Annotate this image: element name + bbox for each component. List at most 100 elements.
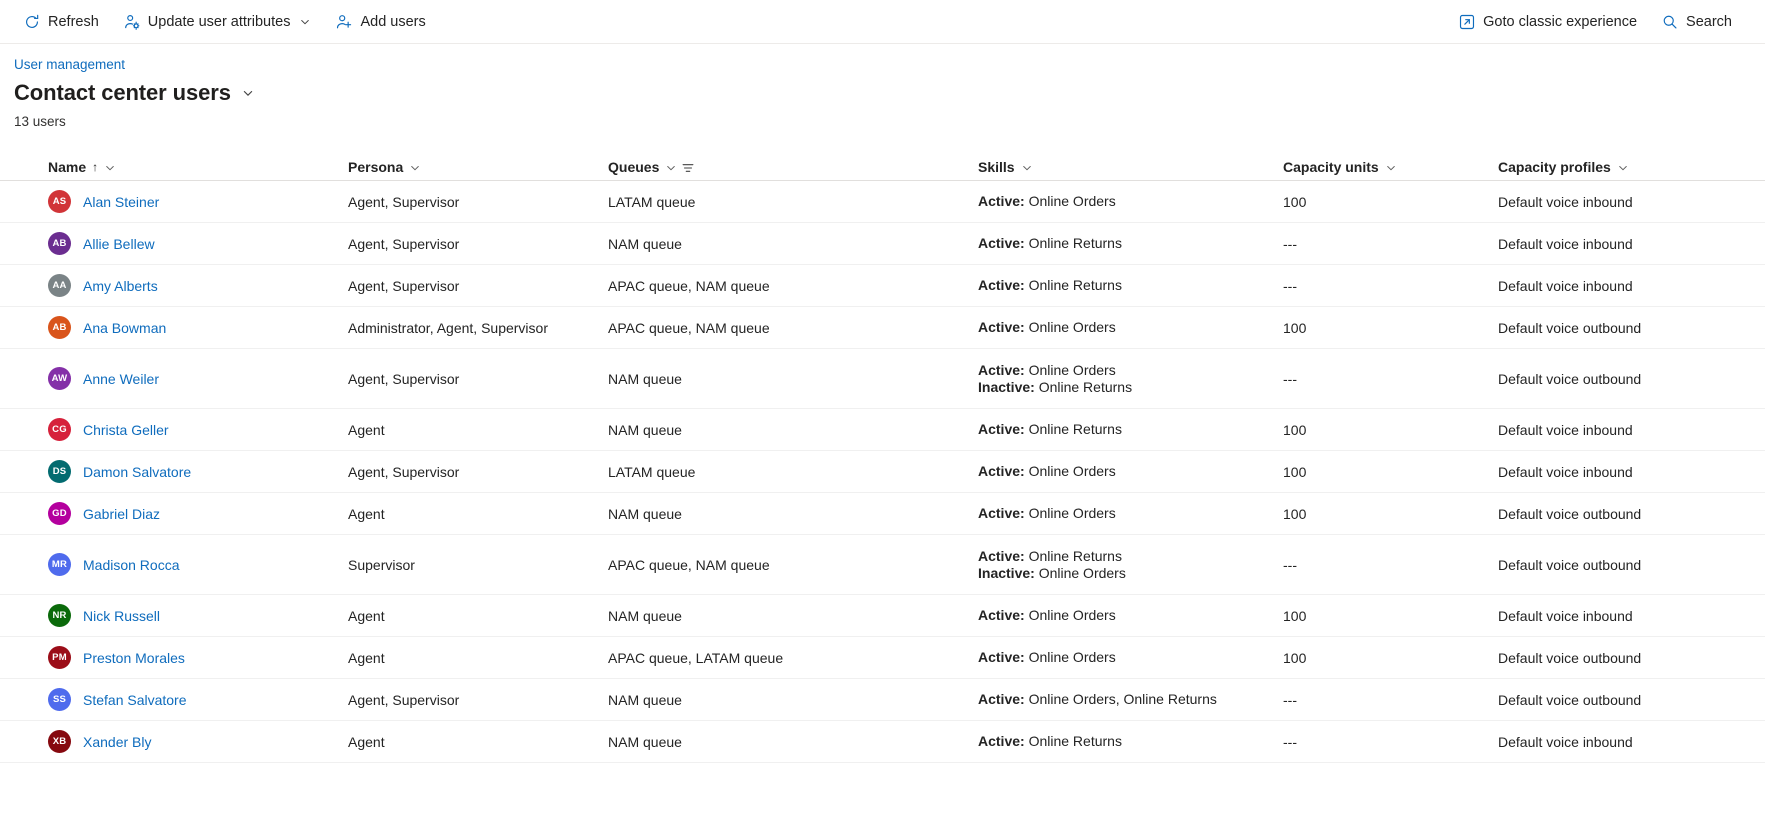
cell-queues: LATAM queue bbox=[608, 463, 696, 480]
user-name-link[interactable]: Preston Morales bbox=[83, 650, 185, 666]
user-name-link[interactable]: Amy Alberts bbox=[83, 278, 158, 294]
cell-persona: Agent, Supervisor bbox=[348, 370, 460, 387]
user-name-link[interactable]: Madison Rocca bbox=[83, 557, 180, 573]
users-table: Name ↑ Persona Queues Skills Capacity uni… bbox=[0, 148, 1765, 763]
table-row[interactable]: GD Gabriel Diaz Agent NAM queue Active: Onli… bbox=[0, 493, 1765, 535]
chevron-down-icon[interactable] bbox=[1617, 161, 1629, 173]
table-row[interactable]: XB Xander Bly Agent NAM queue Active: Online… bbox=[0, 721, 1765, 763]
cell-capacity-units: 100 bbox=[1283, 193, 1307, 210]
column-header-button[interactable]: Capacity units bbox=[1283, 159, 1482, 175]
cell-skills: Active: Online Orders bbox=[970, 649, 1275, 666]
command-button-label: Update user attributes bbox=[147, 13, 291, 30]
table-row[interactable]: CG Christa Geller Agent NAM queue Active: On… bbox=[0, 409, 1765, 451]
user-name-link[interactable]: Xander Bly bbox=[83, 734, 151, 750]
column-header-button[interactable]: Capacity profiles bbox=[1498, 159, 1757, 175]
column-header-button[interactable]: Queues bbox=[608, 159, 677, 175]
chevron-down-icon[interactable] bbox=[104, 161, 116, 173]
avatar: SS bbox=[48, 688, 71, 711]
cell-skills: Active: Online Orders bbox=[970, 607, 1275, 624]
cell-capacity-profiles: Default voice outbound bbox=[1498, 370, 1642, 387]
cell-capacity-profiles: Default voice outbound bbox=[1498, 691, 1642, 708]
cell-name: XB Xander Bly bbox=[0, 730, 340, 753]
user-name-link[interactable]: Stefan Salvatore bbox=[83, 692, 187, 708]
user-name-link[interactable]: Damon Salvatore bbox=[83, 464, 191, 480]
command-button-label: Goto classic experience bbox=[1483, 13, 1638, 30]
filter-icon[interactable] bbox=[681, 161, 695, 175]
skill-entry: Active: Online Orders bbox=[978, 319, 1267, 336]
command-goto-classic-experience-button[interactable]: Goto classic experience bbox=[1449, 6, 1646, 38]
table-header-row: Name ↑ Persona Queues Skills Capacity uni… bbox=[0, 148, 1765, 181]
chevron-down-icon[interactable] bbox=[1021, 161, 1033, 173]
avatar: AA bbox=[48, 274, 71, 297]
command-refresh-button[interactable]: Refresh bbox=[14, 6, 108, 38]
skill-entry: Active: Online Orders bbox=[978, 193, 1267, 210]
page-title-row: Contact center users bbox=[14, 79, 1765, 107]
chevron-down-icon[interactable] bbox=[665, 161, 677, 173]
column-header-skills: Skills bbox=[970, 159, 1275, 175]
cell-name: AS Alan Steiner bbox=[0, 190, 340, 213]
command-bar: Refresh Update user attributes Add users… bbox=[0, 0, 1765, 44]
skill-state-label: Inactive: bbox=[978, 564, 1035, 581]
avatar: MR bbox=[48, 553, 71, 576]
table-row[interactable]: AW Anne Weiler Agent, Supervisor NAM queue A… bbox=[0, 349, 1765, 409]
column-header-button[interactable]: Skills bbox=[978, 159, 1267, 175]
skill-entry: Active: Online Returns bbox=[978, 421, 1267, 438]
table-row[interactable]: SS Stefan Salvatore Agent, Supervisor NAM q… bbox=[0, 679, 1765, 721]
table-row[interactable]: AS Alan Steiner Agent, Supervisor LATAM que… bbox=[0, 181, 1765, 223]
cell-queues: APAC queue, NAM queue bbox=[608, 277, 770, 294]
skill-value: Online Returns bbox=[1028, 235, 1122, 251]
skill-state-label: Active: bbox=[978, 319, 1025, 335]
skill-value: Online Orders bbox=[1028, 505, 1116, 521]
skill-value: Online Orders, Online Returns bbox=[1028, 691, 1217, 707]
cell-capacity-profiles: Default voice outbound bbox=[1498, 505, 1642, 522]
table-row[interactable]: DS Damon Salvatore Agent, Supervisor LATAM … bbox=[0, 451, 1765, 493]
skill-value: Online Orders bbox=[1028, 607, 1116, 623]
command-button-label: Search bbox=[1686, 13, 1732, 30]
cell-persona: Administrator, Agent, Supervisor bbox=[348, 319, 548, 336]
command-update-user-attributes-button[interactable]: Update user attributes bbox=[114, 6, 321, 38]
cell-skills: Active: Online Returns bbox=[970, 733, 1275, 750]
chevron-down-icon[interactable] bbox=[1385, 161, 1397, 173]
table-row[interactable]: PM Preston Morales Agent APAC queue, LATAM … bbox=[0, 637, 1765, 679]
table-row[interactable]: MR Madison Rocca Supervisor APAC queue, NAM… bbox=[0, 535, 1765, 595]
cell-skills: Active: Online Orders bbox=[970, 505, 1275, 522]
column-header-button[interactable]: Name ↑ bbox=[48, 159, 332, 175]
chevron-down-icon[interactable] bbox=[299, 16, 311, 28]
user-name-link[interactable]: Allie Bellew bbox=[83, 236, 155, 252]
skill-value: Online Orders bbox=[1028, 319, 1116, 335]
chevron-down-icon[interactable] bbox=[241, 86, 255, 100]
page-title: Contact center users bbox=[14, 80, 231, 105]
cell-capacity-profiles: Default voice inbound bbox=[1498, 277, 1633, 294]
table-row[interactable]: NR Nick Russell Agent NAM queue Active: Onli… bbox=[0, 595, 1765, 637]
avatar: NR bbox=[48, 604, 71, 627]
chevron-down-icon[interactable] bbox=[409, 161, 421, 173]
column-header-button[interactable]: Persona bbox=[348, 159, 592, 175]
skill-value: Online Returns bbox=[1028, 277, 1122, 293]
cell-capacity-profiles: Default voice inbound bbox=[1498, 193, 1633, 210]
table-row[interactable]: AB Allie Bellew Agent, Supervisor NAM queue… bbox=[0, 223, 1765, 265]
skill-state-label: Active: bbox=[978, 193, 1025, 209]
avatar: AB bbox=[48, 316, 71, 339]
user-name-link[interactable]: Ana Bowman bbox=[83, 320, 166, 336]
user-name-link[interactable]: Gabriel Diaz bbox=[83, 506, 160, 522]
table-row[interactable]: AA Amy Alberts Agent, Supervisor APAC queue… bbox=[0, 265, 1765, 307]
breadcrumb-user-management[interactable]: User management bbox=[14, 56, 125, 74]
cell-name: DS Damon Salvatore bbox=[0, 460, 340, 483]
cell-skills: Active: Online Orders bbox=[970, 193, 1275, 210]
skill-state-label: Active: bbox=[978, 547, 1025, 564]
cell-queues: APAC queue, NAM queue bbox=[608, 556, 770, 573]
command-search-button[interactable]: Search bbox=[1652, 6, 1741, 38]
command-add-users-button[interactable]: Add users bbox=[326, 6, 434, 38]
cell-capacity-units: --- bbox=[1283, 556, 1297, 573]
cell-capacity-units: --- bbox=[1283, 277, 1297, 294]
user-name-link[interactable]: Christa Geller bbox=[83, 422, 169, 438]
user-name-link[interactable]: Nick Russell bbox=[83, 608, 160, 624]
cell-queues: NAM queue bbox=[608, 607, 682, 624]
skill-entry: Active: Online Orders, Online Returns bbox=[978, 691, 1267, 708]
user-name-link[interactable]: Anne Weiler bbox=[83, 371, 159, 387]
cell-persona: Agent bbox=[348, 421, 385, 438]
cell-queues: NAM queue bbox=[608, 733, 682, 750]
cell-queues: NAM queue bbox=[608, 370, 682, 387]
table-row[interactable]: AB Ana Bowman Administrator, Agent, Superv… bbox=[0, 307, 1765, 349]
user-name-link[interactable]: Alan Steiner bbox=[83, 194, 159, 210]
